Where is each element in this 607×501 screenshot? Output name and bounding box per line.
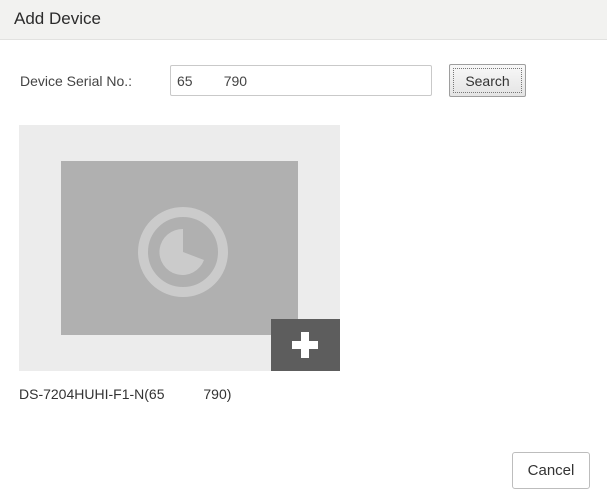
- device-name-label: DS-7204HUHI-F1-N(65 790): [19, 386, 232, 402]
- serial-number-label: Device Serial No.:: [20, 73, 133, 89]
- add-device-button[interactable]: [271, 319, 340, 371]
- device-result-card[interactable]: [19, 125, 340, 371]
- serial-number-input[interactable]: [170, 65, 432, 96]
- cancel-button[interactable]: Cancel: [512, 452, 590, 489]
- plus-icon: [292, 332, 318, 358]
- dialog-title: Add Device: [14, 9, 101, 28]
- device-thumbnail: [61, 161, 298, 335]
- search-button[interactable]: Search: [449, 64, 526, 97]
- dialog-title-bar: Add Device: [0, 0, 607, 40]
- camera-icon: [138, 207, 228, 297]
